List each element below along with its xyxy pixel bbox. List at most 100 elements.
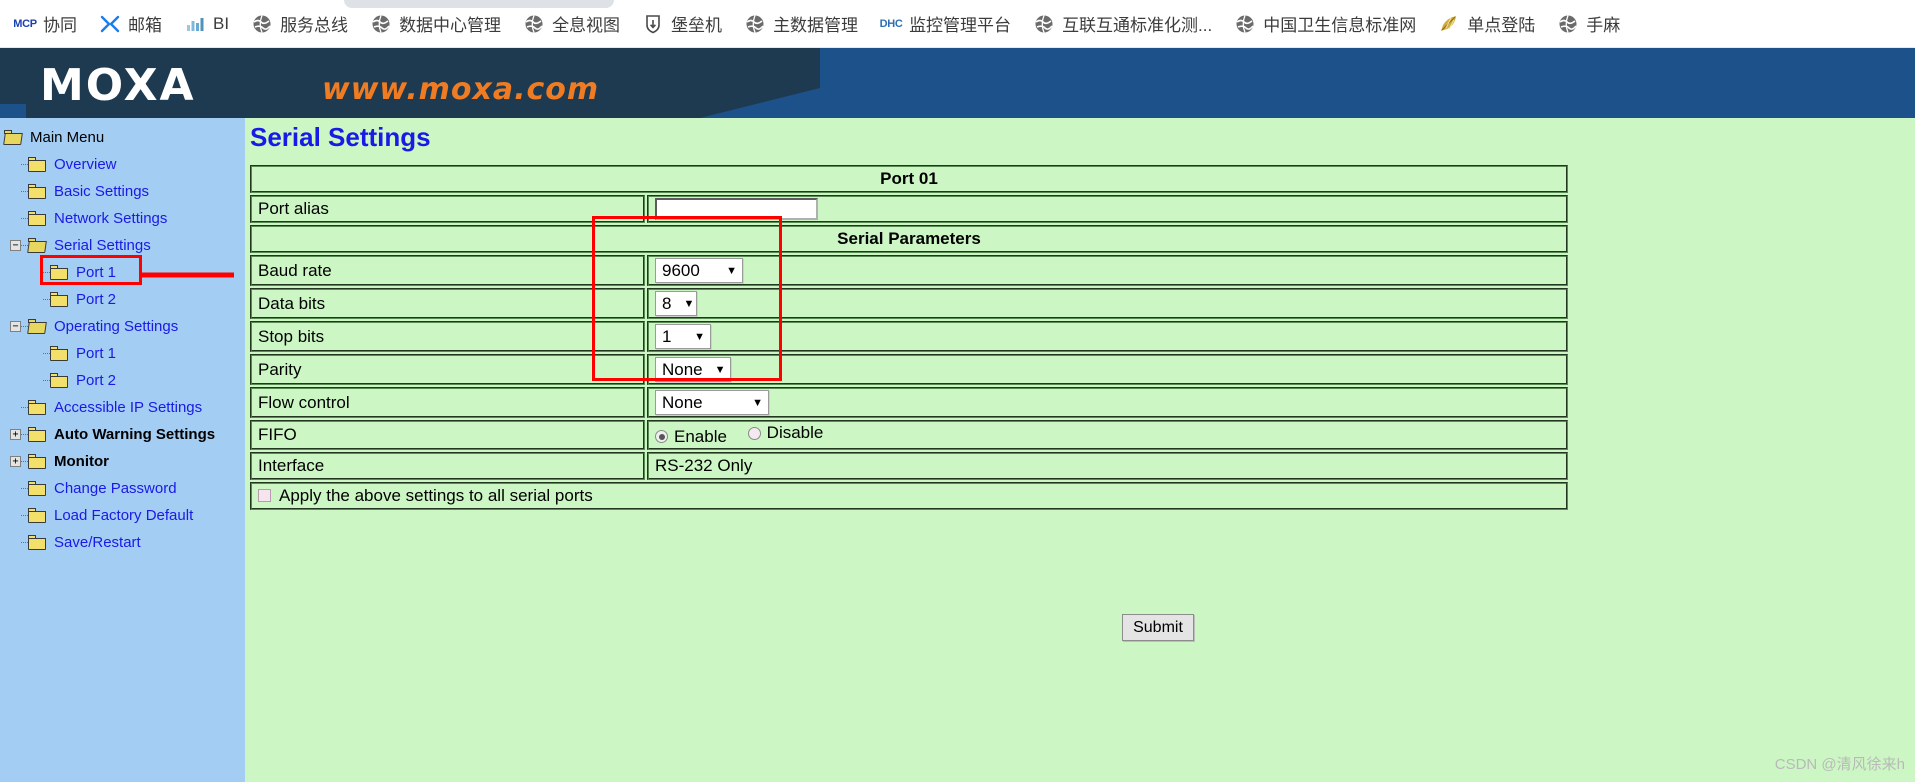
table-row-apply-all: Apply the above settings to all serial p…	[250, 481, 1568, 510]
parity-cell: None ▼	[647, 354, 1568, 385]
bookmark-item[interactable]: 数据中心管理	[370, 11, 501, 36]
bookmark-label: 邮箱	[128, 16, 162, 35]
sidebar-item-auto-warning-settings[interactable]: + Auto Warning Settings	[0, 421, 245, 448]
data-bits-value: 8	[662, 293, 672, 313]
globe-icon	[370, 13, 392, 35]
tree-connector	[21, 461, 28, 462]
table-row-stop-bits: Stop bits 1 ▼	[250, 321, 1568, 352]
interface-value: RS-232 Only	[647, 451, 1568, 480]
sidebar-item-change-password[interactable]: Change Password	[0, 475, 245, 502]
parity-value: None	[662, 359, 703, 379]
stop-bits-cell: 1 ▼	[647, 321, 1568, 352]
stop-bits-value: 1	[662, 326, 672, 346]
bookmark-item[interactable]: DHC 监控管理平台	[880, 11, 1011, 36]
globe-icon	[1557, 13, 1579, 35]
sidebar-item-load-factory-default[interactable]: Load Factory Default	[0, 502, 245, 529]
sidebar-item-port-2[interactable]: Port 2	[0, 367, 245, 394]
bookmark-item[interactable]: 互联互通标准化测...	[1033, 11, 1212, 36]
bookmark-item[interactable]: 主数据管理	[744, 11, 858, 36]
flow-control-label: Flow control	[250, 387, 645, 418]
navigation-sidebar: Main Menu Overview Basic Settings Network S…	[0, 118, 245, 782]
sidebar-item-monitor[interactable]: + Monitor	[0, 448, 245, 475]
sidebar-item-network-settings[interactable]: Network Settings	[0, 205, 245, 232]
bookmark-label: 互联互通标准化测...	[1062, 16, 1213, 35]
parity-select[interactable]: None ▼	[655, 357, 731, 382]
fifo-enable-radio[interactable]	[655, 430, 668, 443]
bookmark-item[interactable]: 手麻	[1557, 11, 1620, 36]
sidebar-item-main-menu[interactable]: Main Menu	[0, 124, 245, 151]
stop-bits-select[interactable]: 1 ▼	[655, 324, 711, 349]
bookmark-item[interactable]: BI	[184, 13, 229, 35]
sidebar-item-label: Basic Settings	[54, 183, 150, 200]
sidebar-item-port-1[interactable]: Port 1	[0, 340, 245, 367]
submit-button[interactable]: Submit	[1122, 614, 1194, 641]
folder-icon	[28, 481, 47, 496]
folder-icon	[28, 157, 47, 172]
port-alias-input[interactable]	[655, 198, 818, 220]
tree-connector	[43, 299, 50, 300]
table-row-flow-control: Flow control None ▼	[250, 387, 1568, 418]
tree-connector	[21, 164, 28, 165]
fifo-disable-option[interactable]: Disable	[747, 423, 823, 443]
flow-control-select[interactable]: None ▼	[655, 390, 769, 415]
chevron-down-icon: ▼	[726, 264, 737, 277]
bookmark-item[interactable]: 堡垒机	[642, 11, 722, 36]
browser-tab-nub	[344, 0, 614, 8]
expand-icon[interactable]: +	[10, 429, 21, 440]
sidebar-item-label: Overview	[54, 156, 117, 173]
sidebar-item-label: Port 1	[76, 345, 117, 362]
chevron-down-icon: ▼	[714, 363, 726, 376]
table-row-port-alias: Port alias	[250, 195, 1568, 223]
banner-corner-notch	[0, 104, 26, 118]
sidebar-item-accessible-ip-settings[interactable]: Accessible IP Settings	[0, 394, 245, 421]
sidebar-item-port-2[interactable]: Port 2	[0, 286, 245, 313]
apply-all-checkbox[interactable]	[258, 489, 271, 502]
expand-icon[interactable]: +	[10, 456, 21, 467]
bookmark-label: BI	[213, 13, 230, 33]
baud-rate-label: Baud rate	[250, 255, 645, 286]
bookmark-label: 全息视图	[552, 16, 621, 35]
tree-connector	[21, 245, 28, 246]
sidebar-item-label: Accessible IP Settings	[54, 399, 203, 416]
fifo-enable-label: Enable	[674, 426, 727, 446]
sidebar-item-operating-settings[interactable]: − Operating Settings	[0, 313, 245, 340]
sidebar-item-save-restart[interactable]: Save/Restart	[0, 529, 245, 556]
data-bits-select[interactable]: 8 ▼	[655, 291, 697, 316]
baud-rate-select[interactable]: 9600 ▼	[655, 258, 743, 283]
sidebar-item-basic-settings[interactable]: Basic Settings	[0, 178, 245, 205]
port-header-cell: Port 01	[250, 165, 1568, 193]
bookmark-item[interactable]: 单点登陆	[1438, 11, 1535, 36]
shield-icon	[642, 13, 664, 35]
bookmark-item[interactable]: 邮箱	[99, 11, 162, 36]
sidebar-item-overview[interactable]: Overview	[0, 151, 245, 178]
folder-icon	[28, 508, 47, 523]
baud-rate-value: 9600	[662, 260, 700, 280]
sidebar-item-serial-settings[interactable]: − Serial Settings	[0, 232, 245, 259]
bookmark-label: 堡垒机	[671, 16, 723, 35]
menu-tree: Main Menu Overview Basic Settings Network S…	[0, 124, 245, 556]
globe-icon	[523, 13, 545, 35]
interface-label: Interface	[250, 451, 645, 480]
fifo-disable-radio[interactable]	[747, 426, 761, 440]
tree-connector	[21, 218, 28, 219]
flow-control-value: None	[662, 392, 703, 412]
chevron-down-icon: ▼	[694, 330, 705, 343]
sidebar-item-label: Main Menu	[30, 129, 105, 146]
sidebar-item-port-1[interactable]: Port 1	[0, 259, 245, 286]
bookmark-item[interactable]: MCP 协同	[13, 11, 77, 36]
bookmark-item[interactable]: 中国卫生信息标准网	[1234, 11, 1416, 36]
folder-icon	[28, 535, 47, 550]
serial-settings-table: Port 01 Port alias Serial Parameters Bau…	[248, 163, 1570, 512]
collapse-icon[interactable]: −	[10, 321, 21, 332]
data-bits-label: Data bits	[250, 288, 645, 319]
feather-icon	[1438, 13, 1460, 35]
bookmark-item[interactable]: 全息视图	[523, 11, 620, 36]
collapse-icon[interactable]: −	[10, 240, 21, 251]
fifo-enable-option[interactable]: Enable	[655, 427, 727, 447]
tree-connector	[21, 515, 28, 516]
bookmark-label: 单点登陆	[1467, 16, 1536, 35]
tree-connector	[21, 191, 28, 192]
bookmark-item[interactable]: 服务总线	[251, 11, 348, 36]
table-row-interface: Interface RS-232 Only	[250, 451, 1568, 480]
